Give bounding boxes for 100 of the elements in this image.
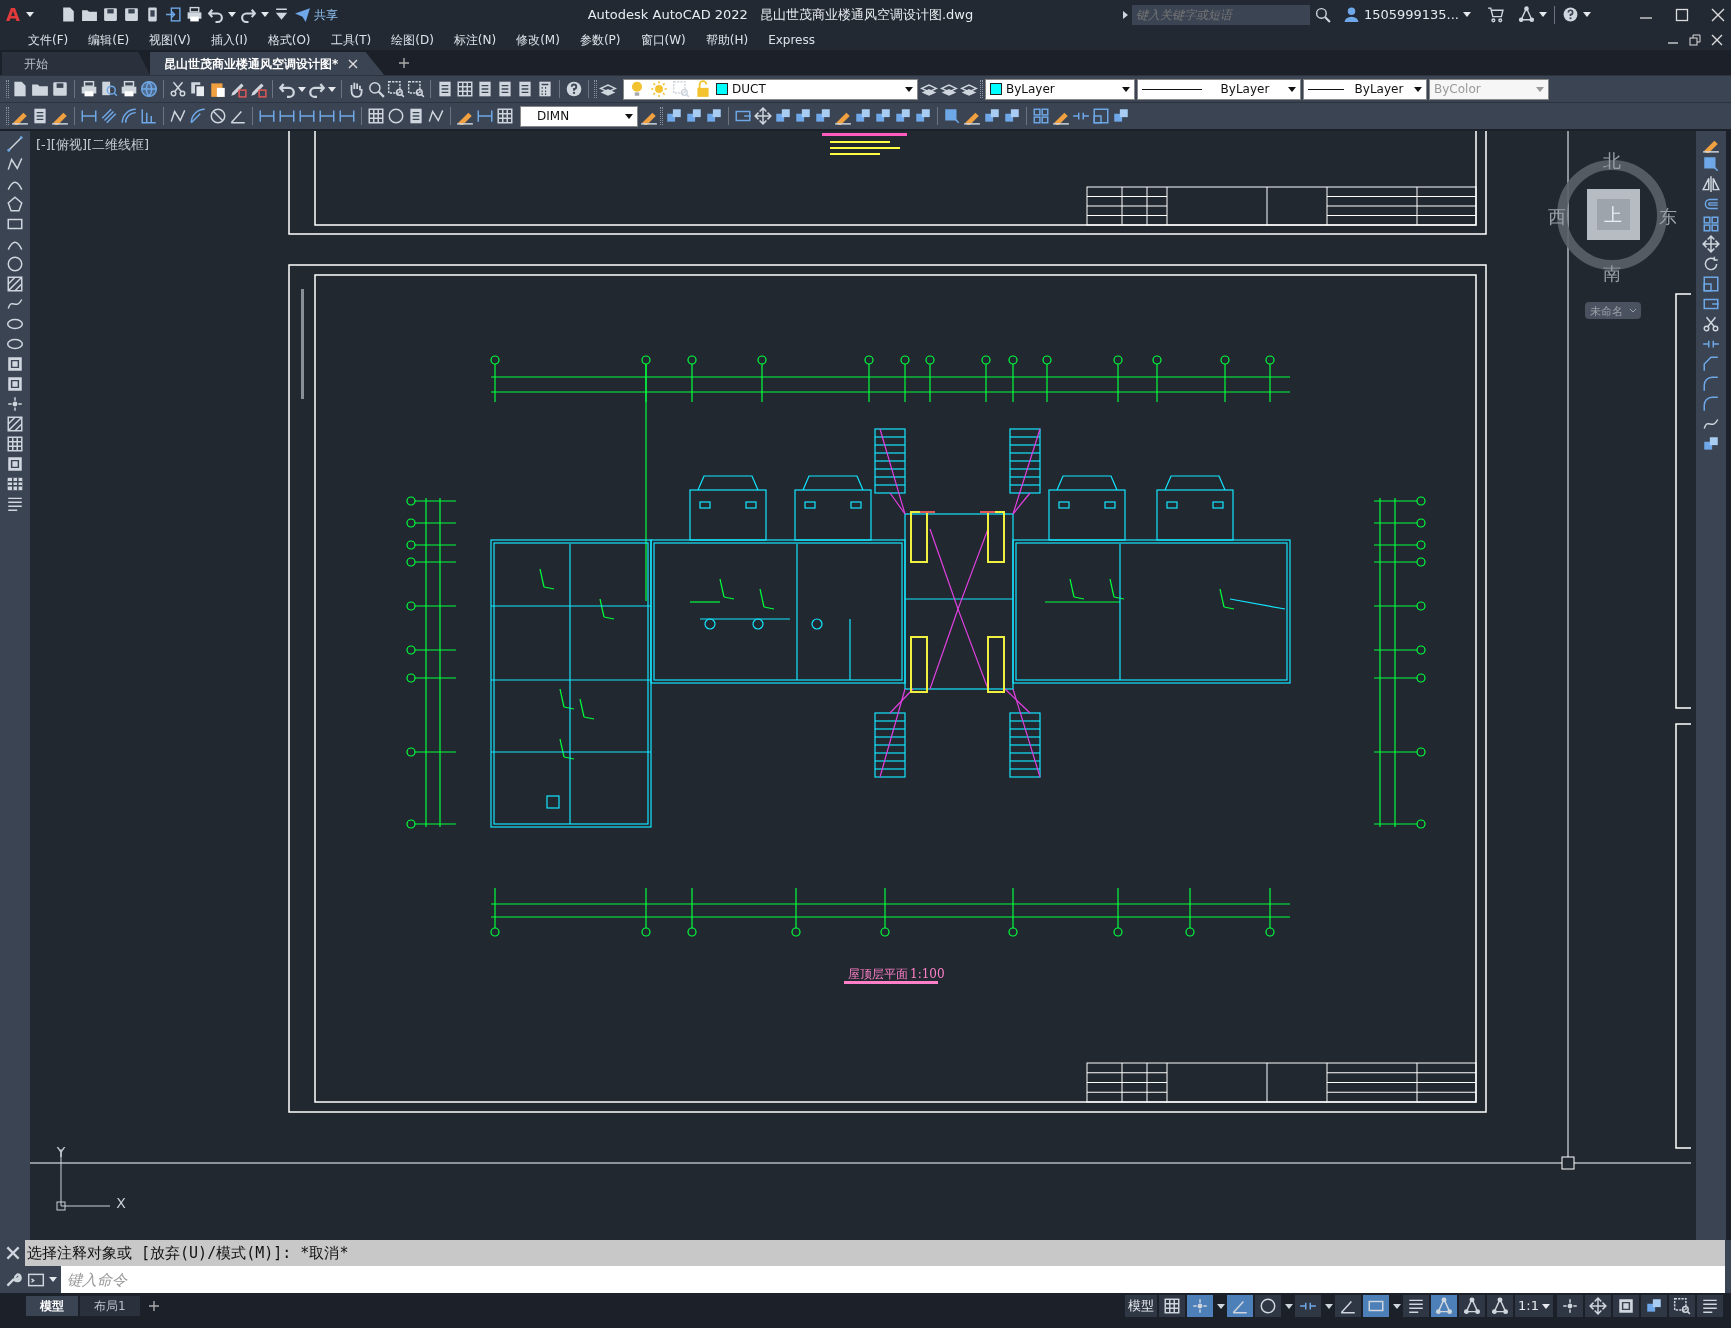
polygon-icon[interactable] bbox=[6, 195, 24, 213]
move-icon[interactable] bbox=[754, 107, 772, 125]
panel-icon[interactable] bbox=[407, 107, 425, 125]
east-label[interactable]: 东 bbox=[1659, 206, 1677, 227]
hatch-icon[interactable] bbox=[6, 415, 24, 433]
color-dropdown[interactable]: ByLayer bbox=[985, 78, 1135, 100]
calculator-icon[interactable] bbox=[536, 80, 554, 98]
ordinate-dimension-icon[interactable] bbox=[140, 107, 158, 125]
isodraft-toggle[interactable] bbox=[1295, 1295, 1322, 1317]
grid-toggle[interactable] bbox=[1159, 1295, 1186, 1317]
triangle-nodes-icon[interactable] bbox=[1518, 6, 1535, 23]
layout-tab[interactable]: 布局1 bbox=[80, 1296, 140, 1316]
panel-icon[interactable] bbox=[496, 80, 514, 98]
page-icon[interactable] bbox=[11, 80, 29, 98]
cubes-icon[interactable] bbox=[665, 107, 683, 125]
menu-item[interactable]: 参数(P) bbox=[569, 30, 631, 49]
scale-icon[interactable] bbox=[1092, 107, 1110, 125]
zoom-window-button[interactable] bbox=[1669, 1295, 1695, 1317]
cubes-icon[interactable] bbox=[914, 107, 932, 125]
grid-icon[interactable] bbox=[496, 107, 514, 125]
help-icon[interactable] bbox=[1562, 6, 1579, 23]
lineweight-dropdown[interactable]: ByLayer bbox=[1303, 78, 1427, 100]
linear-dimension-icon[interactable] bbox=[476, 107, 494, 125]
radius-dimension-icon[interactable] bbox=[189, 107, 207, 125]
annovis-toggle[interactable] bbox=[1431, 1295, 1458, 1317]
file-tab[interactable]: 开始 bbox=[2, 52, 150, 75]
menu-item[interactable]: 编辑(E) bbox=[78, 30, 140, 49]
caret-icon[interactable] bbox=[1122, 86, 1130, 92]
no-sign-icon[interactable] bbox=[209, 107, 227, 125]
help-icon[interactable] bbox=[565, 80, 583, 98]
line-icon[interactable] bbox=[6, 135, 24, 153]
cubes-icon[interactable] bbox=[1003, 107, 1021, 125]
brush-icon[interactable] bbox=[229, 80, 247, 98]
array-icon[interactable] bbox=[1702, 215, 1720, 233]
menu-item[interactable]: 插入(I) bbox=[200, 30, 258, 49]
linetype-dropdown[interactable]: ByLayer bbox=[1137, 78, 1301, 100]
zoom-window-icon[interactable] bbox=[407, 80, 425, 98]
model-space-button[interactable]: 模型 bbox=[1125, 1295, 1158, 1317]
lineweight-toggle[interactable] bbox=[1403, 1295, 1430, 1317]
menu-item[interactable]: 修改(M) bbox=[506, 30, 570, 49]
linear-dimension-icon[interactable] bbox=[80, 107, 98, 125]
fillet-icon[interactable] bbox=[1702, 375, 1720, 393]
arc-dimension-icon[interactable] bbox=[120, 107, 138, 125]
menu-item[interactable]: 文件(F) bbox=[18, 30, 79, 49]
cubes-icon[interactable] bbox=[794, 107, 812, 125]
grid-icon[interactable] bbox=[456, 80, 474, 98]
zoom-window-icon[interactable] bbox=[387, 80, 405, 98]
export-icon[interactable] bbox=[164, 6, 182, 23]
menu-item[interactable]: 窗口(W) bbox=[630, 30, 696, 49]
ortho-toggle[interactable] bbox=[1227, 1295, 1254, 1317]
point-icon[interactable] bbox=[6, 395, 24, 413]
fillet-icon[interactable] bbox=[1702, 395, 1720, 413]
text-lines-button[interactable] bbox=[1697, 1295, 1723, 1317]
polar-toggle[interactable] bbox=[1255, 1295, 1282, 1317]
mirror-icon[interactable] bbox=[1702, 175, 1720, 193]
caret-icon[interactable] bbox=[1288, 86, 1296, 92]
grid-icon[interactable] bbox=[367, 107, 385, 125]
user-menu[interactable]: 1505999135... bbox=[1363, 4, 1459, 25]
menu-item[interactable]: 标注(N) bbox=[443, 30, 507, 49]
text-lines-icon[interactable] bbox=[6, 495, 24, 513]
panel-icon[interactable] bbox=[31, 107, 49, 125]
close-icon[interactable] bbox=[348, 58, 359, 69]
move-button[interactable] bbox=[1585, 1295, 1611, 1317]
maximize-icon[interactable] bbox=[1675, 7, 1689, 22]
share-button[interactable]: 共享 bbox=[293, 5, 338, 24]
close-icon[interactable] bbox=[1711, 33, 1723, 46]
restore-icon[interactable] bbox=[1689, 33, 1701, 46]
point-button[interactable] bbox=[1557, 1295, 1583, 1317]
cubes-icon[interactable] bbox=[814, 107, 832, 125]
linear-dimension-icon[interactable] bbox=[298, 107, 316, 125]
scissors-icon[interactable] bbox=[1702, 315, 1720, 333]
menu-item[interactable]: 绘图(D) bbox=[381, 30, 444, 49]
linear-dimension-icon[interactable] bbox=[318, 107, 336, 125]
grid-icon[interactable] bbox=[6, 435, 24, 453]
panel-icon[interactable] bbox=[516, 80, 534, 98]
panel-icon[interactable] bbox=[436, 80, 454, 98]
aligned-dimension-icon[interactable] bbox=[100, 107, 118, 125]
file-tab[interactable]: 昆山世茂商业楼通风空调设计图* bbox=[150, 52, 385, 75]
brush-icon[interactable] bbox=[249, 80, 267, 98]
circle-icon[interactable] bbox=[387, 107, 405, 125]
user-icon[interactable] bbox=[1342, 6, 1360, 23]
printer-icon[interactable] bbox=[120, 80, 138, 98]
snap-toggle[interactable] bbox=[1187, 1295, 1214, 1317]
block-icon[interactable] bbox=[6, 455, 24, 473]
angle-toggle[interactable] bbox=[1335, 1295, 1362, 1317]
plus-icon[interactable] bbox=[398, 56, 411, 69]
linear-dimension-icon[interactable] bbox=[338, 107, 356, 125]
linear-dimension-icon[interactable] bbox=[258, 107, 276, 125]
dimension-style-dropdown[interactable]: DIMN bbox=[520, 105, 638, 127]
magnifier-icon[interactable] bbox=[367, 80, 385, 98]
undo-icon[interactable] bbox=[206, 6, 224, 23]
search-icon[interactable] bbox=[1313, 6, 1331, 23]
move-icon[interactable] bbox=[1702, 235, 1720, 253]
cart-icon[interactable] bbox=[1487, 6, 1504, 23]
redo-icon[interactable] bbox=[239, 6, 257, 23]
printer-icon[interactable] bbox=[185, 6, 203, 23]
cubes-icon[interactable] bbox=[894, 107, 912, 125]
rotate-icon[interactable] bbox=[1702, 255, 1720, 273]
caret-icon[interactable] bbox=[905, 86, 913, 92]
block-icon[interactable] bbox=[6, 375, 24, 393]
